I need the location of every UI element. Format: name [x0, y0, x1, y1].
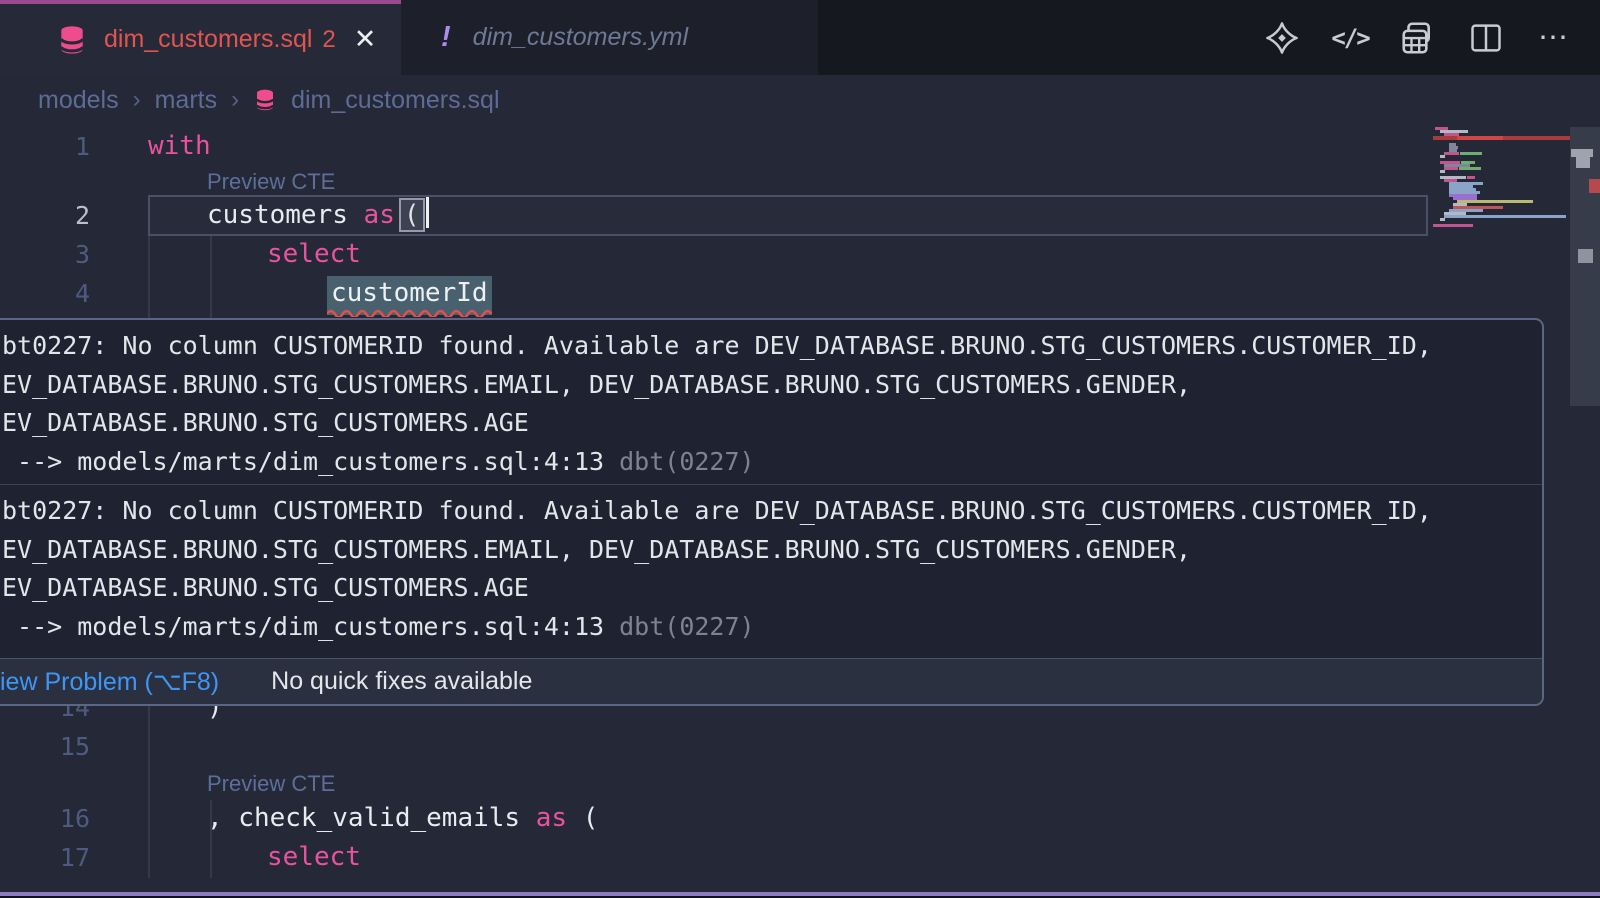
minimap-code-bar — [1460, 152, 1482, 155]
line-number: 15 — [0, 727, 90, 766]
line-number: 17 — [0, 838, 90, 877]
text-cursor — [426, 197, 429, 228]
code-keyword: as — [364, 200, 395, 230]
more-actions-icon[interactable]: ⋯ — [1534, 18, 1574, 58]
view-problem-link[interactable]: iew Problem (⌥F8) — [0, 667, 219, 697]
database-icon — [253, 88, 277, 112]
minimap-code-bar — [1440, 155, 1445, 158]
close-icon[interactable]: ✕ — [354, 24, 377, 55]
breadcrumb: models › marts › dim_customers.sql — [0, 75, 1600, 125]
diagnostic-message-block: bt0227: No column CUSTOMERID found. Avai… — [0, 320, 1542, 484]
scrollbar-slider[interactable] — [1570, 127, 1600, 406]
code-text: , check_valid_emails as ( — [207, 799, 598, 838]
code-line-15[interactable]: 15 — [0, 727, 1435, 766]
diagnostic-location: --> models/marts/dim_customers.sql:4:13 … — [2, 443, 1542, 482]
compile-code-icon[interactable]: </> — [1330, 18, 1370, 58]
diagnostic-message-block: bt0227: No column CUSTOMERID found. Avai… — [0, 485, 1542, 649]
tab-bar: dim_customers.sql 2 ✕ ! dim_customers.ym… — [0, 0, 1600, 75]
database-icon — [56, 24, 88, 56]
code-line-17[interactable]: 17 select — [0, 838, 1435, 877]
diagnostic-text: bt0227: No column CUSTOMERID found. Avai… — [2, 492, 1542, 531]
editor-window: dim_customers.sql 2 ✕ ! dim_customers.ym… — [0, 0, 1600, 898]
chevron-right-icon: › — [133, 86, 141, 114]
minimap-code-bar — [1457, 200, 1533, 203]
diagnostic-text: EV_DATABASE.BRUNO.STG_CUSTOMERS.EMAIL, D… — [2, 531, 1542, 570]
tab-dim-customers-sql[interactable]: dim_customers.sql 2 ✕ — [0, 0, 401, 75]
breadcrumb-marts[interactable]: marts — [155, 86, 218, 115]
diagnostic-text: EV_DATABASE.BRUNO.STG_CUSTOMERS.AGE — [2, 404, 1542, 443]
minimap-code-bar — [1459, 167, 1481, 170]
minimap-code-bar — [1457, 136, 1503, 140]
popup-status-bar: iew Problem (⌥F8) No quick fixes availab… — [0, 658, 1542, 704]
diagnostic-text: EV_DATABASE.BRUNO.STG_CUSTOMERS.EMAIL, D… — [2, 366, 1542, 405]
chevron-right-icon: › — [231, 86, 239, 114]
tab-dim-customers-yml[interactable]: ! dim_customers.yml — [401, 0, 818, 75]
diagnostic-source-code[interactable]: dbt(0227) — [619, 447, 754, 476]
code-line-3[interactable]: 3 select — [0, 235, 1435, 274]
error-word-customerid[interactable]: customerId — [327, 276, 492, 315]
dbt-icon[interactable] — [1262, 18, 1302, 58]
minimap-code-bar — [1444, 152, 1459, 155]
quick-fix-message: No quick fixes available — [271, 667, 532, 696]
code-lens-preview-cte[interactable]: Preview CTE — [207, 769, 335, 799]
overview-ruler-marker — [1576, 157, 1590, 168]
tab-modified-badge: 2 — [322, 26, 335, 54]
minimap-code-bar — [1444, 167, 1458, 170]
overview-ruler-error-marker — [1589, 179, 1600, 193]
code-lens-preview-cte[interactable]: Preview CTE — [207, 167, 335, 197]
minimap[interactable] — [1433, 125, 1570, 237]
tab-label: dim_customers.yml — [473, 23, 688, 52]
editor-actions-toolbar: </> ⋯ — [1262, 0, 1574, 75]
minimap-code-bar — [1433, 224, 1473, 227]
matched-bracket: ( — [399, 198, 425, 232]
code-text: customers as( — [207, 196, 429, 235]
overview-ruler-marker — [1571, 149, 1593, 157]
breadcrumb-file[interactable]: dim_customers.sql — [291, 86, 499, 115]
line-number: 16 — [0, 799, 90, 838]
overview-ruler-marker — [1578, 249, 1593, 263]
breadcrumb-models[interactable]: models — [38, 86, 119, 115]
code-line-2[interactable]: 2 customers as( — [0, 196, 1435, 235]
minimap-code-bar — [1467, 176, 1475, 179]
error-squiggle — [327, 308, 492, 317]
diagnostic-text: bt0227: No column CUSTOMERID found. Avai… — [2, 327, 1542, 366]
tab-label: dim_customers.sql — [104, 25, 312, 54]
warning-exclamation-icon: ! — [441, 21, 451, 54]
line-number: 2 — [0, 196, 90, 235]
code-keyword: with — [148, 127, 211, 166]
code-text: customerId — [327, 274, 492, 313]
code-line-16[interactable]: 16 , check_valid_emails as ( — [0, 799, 1435, 838]
code-line-4[interactable]: 4 customerId — [0, 274, 1435, 313]
minimap-code-bar — [1444, 215, 1566, 218]
diagnostic-hover-popup: bt0227: No column CUSTOMERID found. Avai… — [0, 318, 1544, 706]
minimap-code-bar — [1440, 170, 1445, 173]
query-results-icon[interactable] — [1398, 18, 1438, 58]
line-number: 1 — [0, 127, 90, 166]
minimap-code-bar — [1440, 218, 1445, 221]
diagnostic-text: EV_DATABASE.BRUNO.STG_CUSTOMERS.AGE — [2, 569, 1542, 608]
line-number: 4 — [0, 274, 90, 313]
cte-name: customers — [207, 200, 364, 230]
code-keyword: select — [267, 838, 361, 877]
code-keyword: select — [267, 235, 361, 274]
diagnostic-source-code[interactable]: dbt(0227) — [619, 612, 754, 641]
split-editor-icon[interactable] — [1466, 18, 1506, 58]
code-line-1[interactable]: 1 with — [0, 127, 1435, 166]
line-number: 3 — [0, 235, 90, 274]
diagnostic-location: --> models/marts/dim_customers.sql:4:13 … — [2, 608, 1542, 647]
